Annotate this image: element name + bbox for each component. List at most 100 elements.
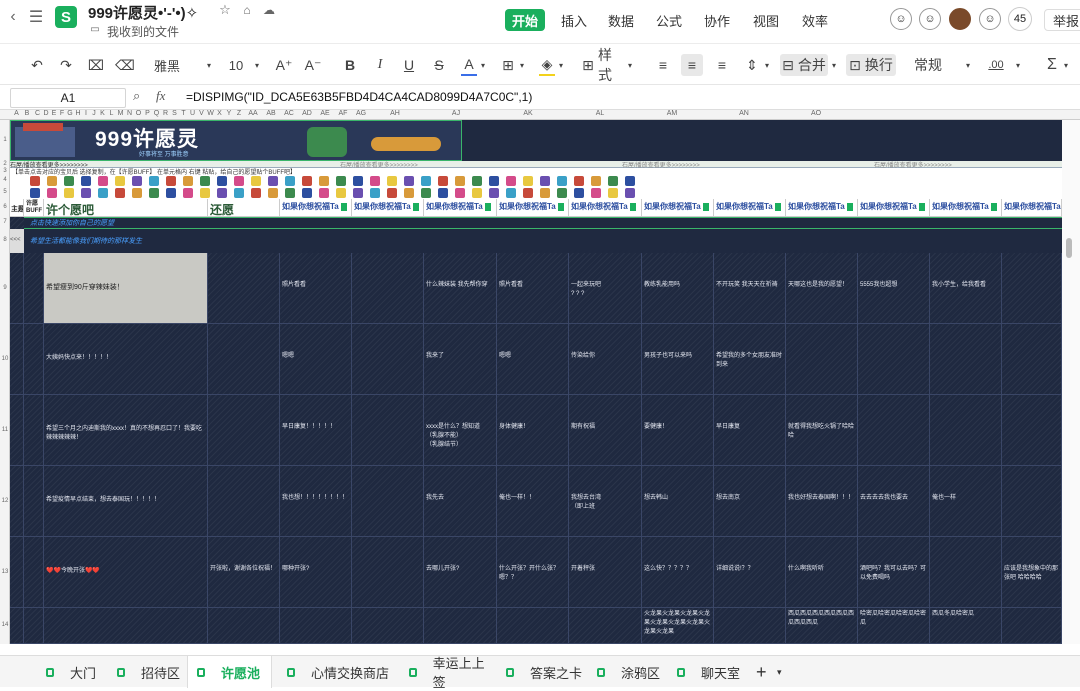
buff-icon[interactable]: [234, 176, 244, 186]
document-location[interactable]: 我收到的文件: [107, 23, 179, 40]
row-header[interactable]: 9: [0, 285, 10, 291]
style-button[interactable]: 样式: [598, 47, 624, 83]
bless-cell[interactable]: [786, 324, 858, 395]
bless-cell[interactable]: 应该是我想象中的那张吧 哈哈哈哈: [1002, 537, 1062, 608]
buff-icon[interactable]: [98, 188, 108, 198]
bless-cell[interactable]: [352, 395, 424, 466]
menu-formula[interactable]: 公式: [652, 9, 686, 31]
buff-icon[interactable]: [251, 176, 261, 186]
buff-icon[interactable]: [489, 176, 499, 186]
bless-cell[interactable]: [858, 395, 930, 466]
buff-icon[interactable]: [166, 176, 176, 186]
bless-cell[interactable]: 一起来玩吧 ? ? ?: [569, 253, 642, 324]
bless-cell[interactable]: [930, 395, 1002, 466]
buff-icon[interactable]: [302, 188, 312, 198]
buff-icon[interactable]: [353, 176, 363, 186]
bless-cell[interactable]: xxxx是什么？想知道 （乳腺不能） （乳腺结节）: [424, 395, 497, 466]
bless-cell[interactable]: 照片看看: [497, 253, 569, 324]
bless-cell[interactable]: 我想去台湾 （即上班: [569, 466, 642, 537]
column-header[interactable]: U: [188, 110, 197, 117]
column-header[interactable]: AG: [352, 110, 370, 117]
bless-cell[interactable]: 我也想！！！！！！！！: [280, 466, 352, 537]
buff-icon[interactable]: [540, 188, 550, 198]
bless-cell[interactable]: 火龙果火龙果火龙果火龙果火龙果火龙果火龙果火龙果火龙果: [642, 608, 714, 644]
menu-start[interactable]: 开始: [505, 9, 545, 31]
collaborator-avatar[interactable]: ☺: [979, 8, 1001, 30]
bless-cell[interactable]: [208, 395, 280, 466]
column-header[interactable]: I: [82, 110, 90, 117]
sum-button[interactable]: Σ: [1044, 54, 1060, 76]
bless-cell[interactable]: 什么啊我听听: [786, 537, 858, 608]
bless-cell[interactable]: 传染给你: [569, 324, 642, 395]
buff-icon[interactable]: [336, 176, 346, 186]
column-header[interactable]: W: [206, 110, 215, 117]
row-header[interactable]: 1: [0, 137, 10, 143]
bless-cell[interactable]: 身体健康！: [497, 395, 569, 466]
buff-icon[interactable]: [251, 188, 261, 198]
buff-cell[interactable]: [24, 395, 44, 466]
column-header[interactable]: E: [50, 110, 58, 117]
chevron-down-icon[interactable]: ▾: [204, 54, 214, 76]
bless-cell[interactable]: 详细说说!？？: [714, 537, 786, 608]
column-header[interactable]: AO: [780, 110, 852, 117]
menu-insert[interactable]: 插入: [557, 9, 591, 31]
bless-cell[interactable]: [1002, 608, 1062, 644]
collaborator-avatar[interactable]: ☺: [890, 8, 912, 30]
bless-cell[interactable]: 天哪这也是我的愿望！: [786, 253, 858, 324]
align-left-icon[interactable]: ≡: [654, 54, 672, 76]
menu-icon[interactable]: ☰: [27, 8, 45, 26]
menu-data[interactable]: 数据: [604, 9, 638, 31]
bless-cell[interactable]: [1002, 324, 1062, 395]
buff-icon[interactable]: [523, 188, 533, 198]
buff-icon[interactable]: [319, 188, 329, 198]
column-header[interactable]: AC: [280, 110, 298, 117]
font-decrease-button[interactable]: A⁻: [304, 54, 322, 76]
buff-icon[interactable]: [200, 176, 210, 186]
column-header[interactable]: O: [134, 110, 143, 117]
bless-cell[interactable]: [1002, 253, 1062, 324]
chevron-down-icon[interactable]: ▾: [479, 54, 487, 76]
chevron-down-icon[interactable]: ▾: [518, 54, 526, 76]
buff-icon[interactable]: [353, 188, 363, 198]
menu-view[interactable]: 视图: [749, 9, 783, 31]
buff-icon[interactable]: [149, 176, 159, 186]
column-header[interactable]: N: [125, 110, 134, 117]
column-header[interactable]: L: [107, 110, 116, 117]
bless-cell[interactable]: 我先去: [424, 466, 497, 537]
buff-icon[interactable]: [591, 188, 601, 198]
column-header[interactable]: P: [143, 110, 152, 117]
column-header[interactable]: AA: [244, 110, 262, 117]
buff-icon[interactable]: [200, 188, 210, 198]
row-header[interactable]: 7: [0, 219, 10, 225]
bless-cell[interactable]: [352, 324, 424, 395]
align-right-icon[interactable]: ≡: [713, 54, 731, 76]
column-header[interactable]: AE: [316, 110, 334, 117]
bless-cell[interactable]: 开张啦，谢谢各位祝福！: [208, 537, 280, 608]
undo-icon[interactable]: ↶: [28, 54, 46, 76]
bless-cell[interactable]: 什么开张？开什么张？嗯？？: [497, 537, 569, 608]
fill-color-icon[interactable]: ◈: [539, 54, 555, 76]
column-header[interactable]: Z: [234, 110, 244, 117]
row-header[interactable]: 6: [0, 204, 10, 210]
buff-icon[interactable]: [421, 176, 431, 186]
column-header[interactable]: F: [58, 110, 66, 117]
bless-cell[interactable]: [424, 608, 497, 644]
chevron-down-icon[interactable]: ▾: [777, 656, 787, 688]
sheet-tab[interactable]: 聊天室: [668, 656, 750, 688]
buff-icon[interactable]: [30, 176, 40, 186]
column-header[interactable]: H: [74, 110, 82, 117]
buff-icon[interactable]: [625, 176, 635, 186]
buff-cell[interactable]: [24, 537, 44, 608]
tag-icon[interactable]: ⌂: [240, 3, 254, 17]
chevron-down-icon[interactable]: ▾: [964, 54, 972, 76]
cloud-icon[interactable]: ☁: [262, 3, 276, 17]
bless-cell[interactable]: 想去韩山: [642, 466, 714, 537]
buff-icon[interactable]: [30, 188, 40, 198]
row-topic-cell[interactable]: [10, 537, 24, 608]
bless-cell[interactable]: [280, 608, 352, 644]
buff-icon[interactable]: [234, 188, 244, 198]
bless-cell[interactable]: [930, 324, 1002, 395]
column-header[interactable]: AL: [564, 110, 636, 117]
collaborator-avatar[interactable]: [949, 8, 971, 30]
star-icon[interactable]: ☆: [218, 2, 232, 17]
